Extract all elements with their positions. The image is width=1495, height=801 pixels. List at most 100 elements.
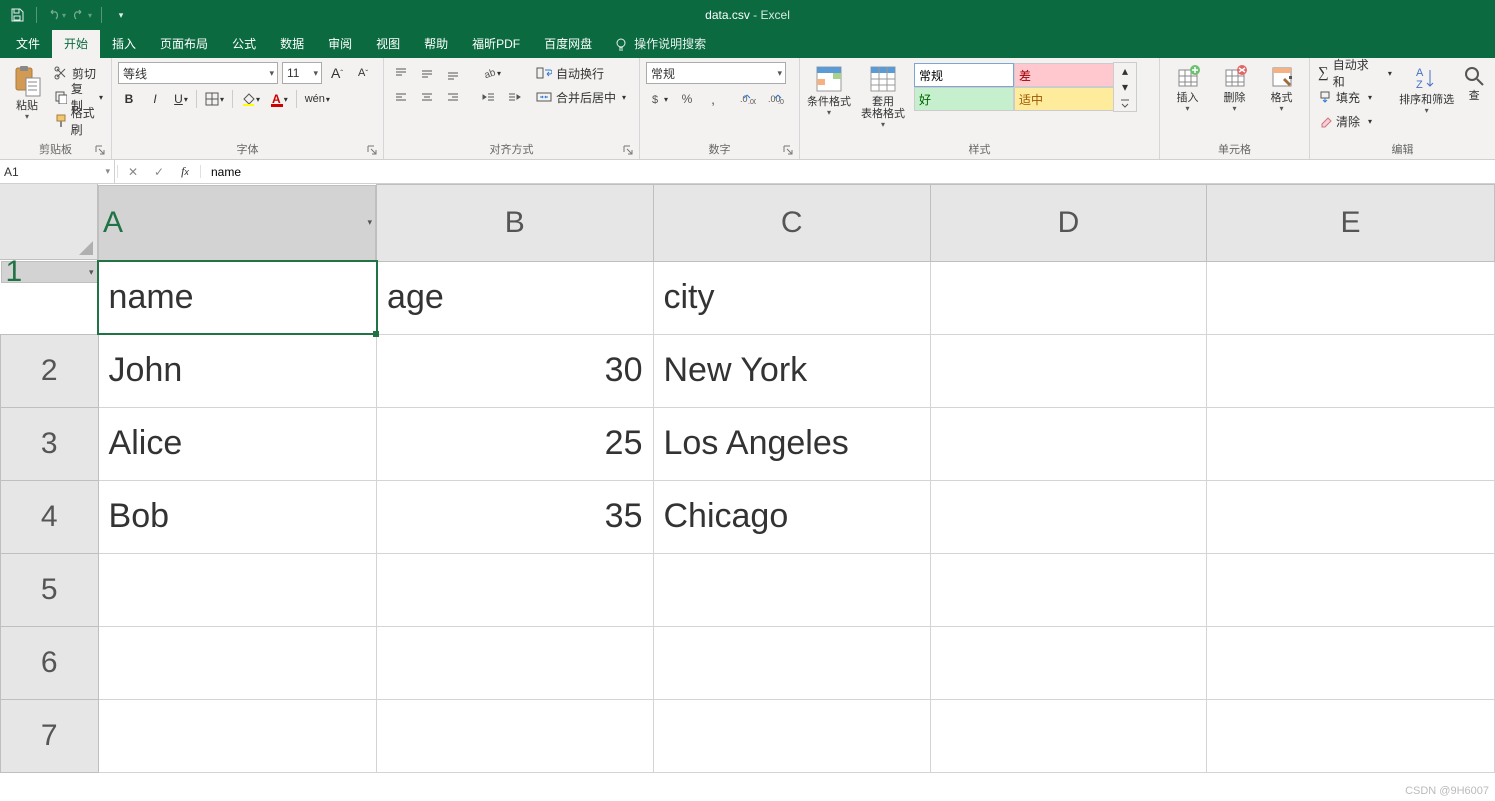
cell-B5[interactable] <box>377 553 653 626</box>
cell-A2[interactable]: John <box>98 334 377 407</box>
paste-button[interactable]: 粘贴 <box>6 62 48 121</box>
tab-插入[interactable]: 插入 <box>100 30 148 58</box>
cell-D3[interactable] <box>930 407 1206 480</box>
tab-审阅[interactable]: 审阅 <box>316 30 364 58</box>
format-cells-button[interactable]: 格式 <box>1260 62 1303 113</box>
tab-公式[interactable]: 公式 <box>220 30 268 58</box>
font-family-select[interactable]: 等线 <box>118 62 278 84</box>
cell-A1[interactable]: name <box>98 261 377 334</box>
col-header-C[interactable]: C <box>653 185 930 262</box>
tab-福昕PDF[interactable]: 福昕PDF <box>460 30 532 58</box>
format-painter-button[interactable]: 格式刷 <box>52 110 105 132</box>
align-left-button[interactable] <box>390 86 412 108</box>
tab-页面布局[interactable]: 页面布局 <box>148 30 220 58</box>
cell-B4[interactable]: 35 <box>377 480 653 553</box>
indent-increase-button[interactable] <box>504 86 526 108</box>
comma-button[interactable]: , <box>702 88 724 110</box>
decrease-decimal-button[interactable]: .00.0 <box>764 88 788 110</box>
cell-C5[interactable] <box>653 553 930 626</box>
col-header-E[interactable]: E <box>1207 185 1495 262</box>
tab-数据[interactable]: 数据 <box>268 30 316 58</box>
increase-decimal-button[interactable]: .0.00 <box>736 88 760 110</box>
cell-style-好[interactable]: 好 <box>914 87 1014 111</box>
cell-C4[interactable]: Chicago <box>653 480 930 553</box>
dialog-launcher-icon[interactable] <box>365 143 379 157</box>
qat-customize-icon[interactable]: ▾ <box>110 4 132 26</box>
dialog-launcher-icon[interactable] <box>621 143 635 157</box>
currency-button[interactable]: $▾ <box>646 88 672 110</box>
font-color-button[interactable]: A▾ <box>268 88 292 110</box>
cell-E7[interactable] <box>1207 699 1495 772</box>
merge-button[interactable]: 合并后居中▾ <box>534 86 628 108</box>
cell-E4[interactable] <box>1207 480 1495 553</box>
cell-style-适中[interactable]: 适中 <box>1014 87 1114 111</box>
align-middle-button[interactable] <box>416 62 438 84</box>
save-icon[interactable] <box>6 4 28 26</box>
fx-icon[interactable]: fx <box>172 160 198 183</box>
autosum-button[interactable]: ∑ 自动求和▾ <box>1316 62 1394 84</box>
sort-filter-button[interactable]: AZ 排序和筛选 <box>1398 62 1455 115</box>
cancel-icon[interactable]: ✕ <box>120 160 146 183</box>
dialog-launcher-icon[interactable] <box>781 143 795 157</box>
row-header-5[interactable]: 5 <box>1 553 99 626</box>
cell-D1[interactable] <box>930 261 1206 334</box>
align-top-button[interactable] <box>390 62 412 84</box>
name-box[interactable]: A1 <box>0 160 115 183</box>
number-format-select[interactable]: 常规 <box>646 62 786 84</box>
align-right-button[interactable] <box>442 86 464 108</box>
italic-button[interactable]: I <box>144 88 166 110</box>
conditional-format-button[interactable]: 条件格式 <box>806 62 852 117</box>
orientation-button[interactable]: ab▾ <box>478 62 505 84</box>
gallery-more-icon[interactable] <box>1114 95 1136 111</box>
cell-B6[interactable] <box>377 626 653 699</box>
cell-E2[interactable] <box>1207 334 1495 407</box>
cell-D2[interactable] <box>930 334 1206 407</box>
cell-C2[interactable]: New York <box>653 334 930 407</box>
row-header-1[interactable]: 1 <box>1 261 98 283</box>
cell-E3[interactable] <box>1207 407 1495 480</box>
cell-A6[interactable] <box>98 626 377 699</box>
cell-B7[interactable] <box>377 699 653 772</box>
row-header-6[interactable]: 6 <box>1 626 99 699</box>
decrease-font-button[interactable]: Aˇ <box>352 62 374 84</box>
dialog-launcher-icon[interactable] <box>93 143 107 157</box>
tab-开始[interactable]: 开始 <box>52 30 100 58</box>
fill-button[interactable]: 填充▾ <box>1316 86 1394 108</box>
fill-color-button[interactable]: ▾ <box>237 88 264 110</box>
tell-me[interactable]: 操作说明搜索 <box>604 30 716 58</box>
cell-D5[interactable] <box>930 553 1206 626</box>
border-button[interactable]: ▾ <box>201 88 228 110</box>
confirm-icon[interactable]: ✓ <box>146 160 172 183</box>
undo-icon[interactable] <box>45 4 67 26</box>
cell-style-差[interactable]: 差 <box>1014 63 1114 87</box>
cell-A3[interactable]: Alice <box>98 407 377 480</box>
wrap-text-button[interactable]: 自动换行 <box>534 62 628 84</box>
increase-font-button[interactable]: Aˆ <box>326 62 348 84</box>
cell-C3[interactable]: Los Angeles <box>653 407 930 480</box>
phonetic-button[interactable]: wén▾ <box>301 88 334 110</box>
cell-B1[interactable]: age <box>377 261 653 334</box>
gallery-up-icon[interactable]: ▴ <box>1114 63 1136 79</box>
row-header-2[interactable]: 2 <box>1 334 99 407</box>
cell-D4[interactable] <box>930 480 1206 553</box>
clear-button[interactable]: 清除▾ <box>1316 110 1394 132</box>
percent-button[interactable]: % <box>676 88 698 110</box>
spreadsheet[interactable]: ABCDE1nameagecity2John30New York3Alice25… <box>0 184 1495 773</box>
row-header-3[interactable]: 3 <box>1 407 99 480</box>
cell-A5[interactable] <box>98 553 377 626</box>
cell-A4[interactable]: Bob <box>98 480 377 553</box>
tab-视图[interactable]: 视图 <box>364 30 412 58</box>
align-center-button[interactable] <box>416 86 438 108</box>
cell-C1[interactable]: city <box>653 261 930 334</box>
tab-百度网盘[interactable]: 百度网盘 <box>532 30 604 58</box>
cell-styles-gallery[interactable]: 常规差好适中 <box>914 63 1114 111</box>
insert-cells-button[interactable]: 插入 <box>1166 62 1209 113</box>
find-button[interactable]: 查 <box>1459 62 1489 102</box>
gallery-down-icon[interactable]: ▾ <box>1114 79 1136 95</box>
row-header-7[interactable]: 7 <box>1 699 99 772</box>
cell-B2[interactable]: 30 <box>377 334 653 407</box>
bold-button[interactable]: B <box>118 88 140 110</box>
row-header-4[interactable]: 4 <box>1 480 99 553</box>
tab-文件[interactable]: 文件 <box>4 30 52 58</box>
cell-E5[interactable] <box>1207 553 1495 626</box>
